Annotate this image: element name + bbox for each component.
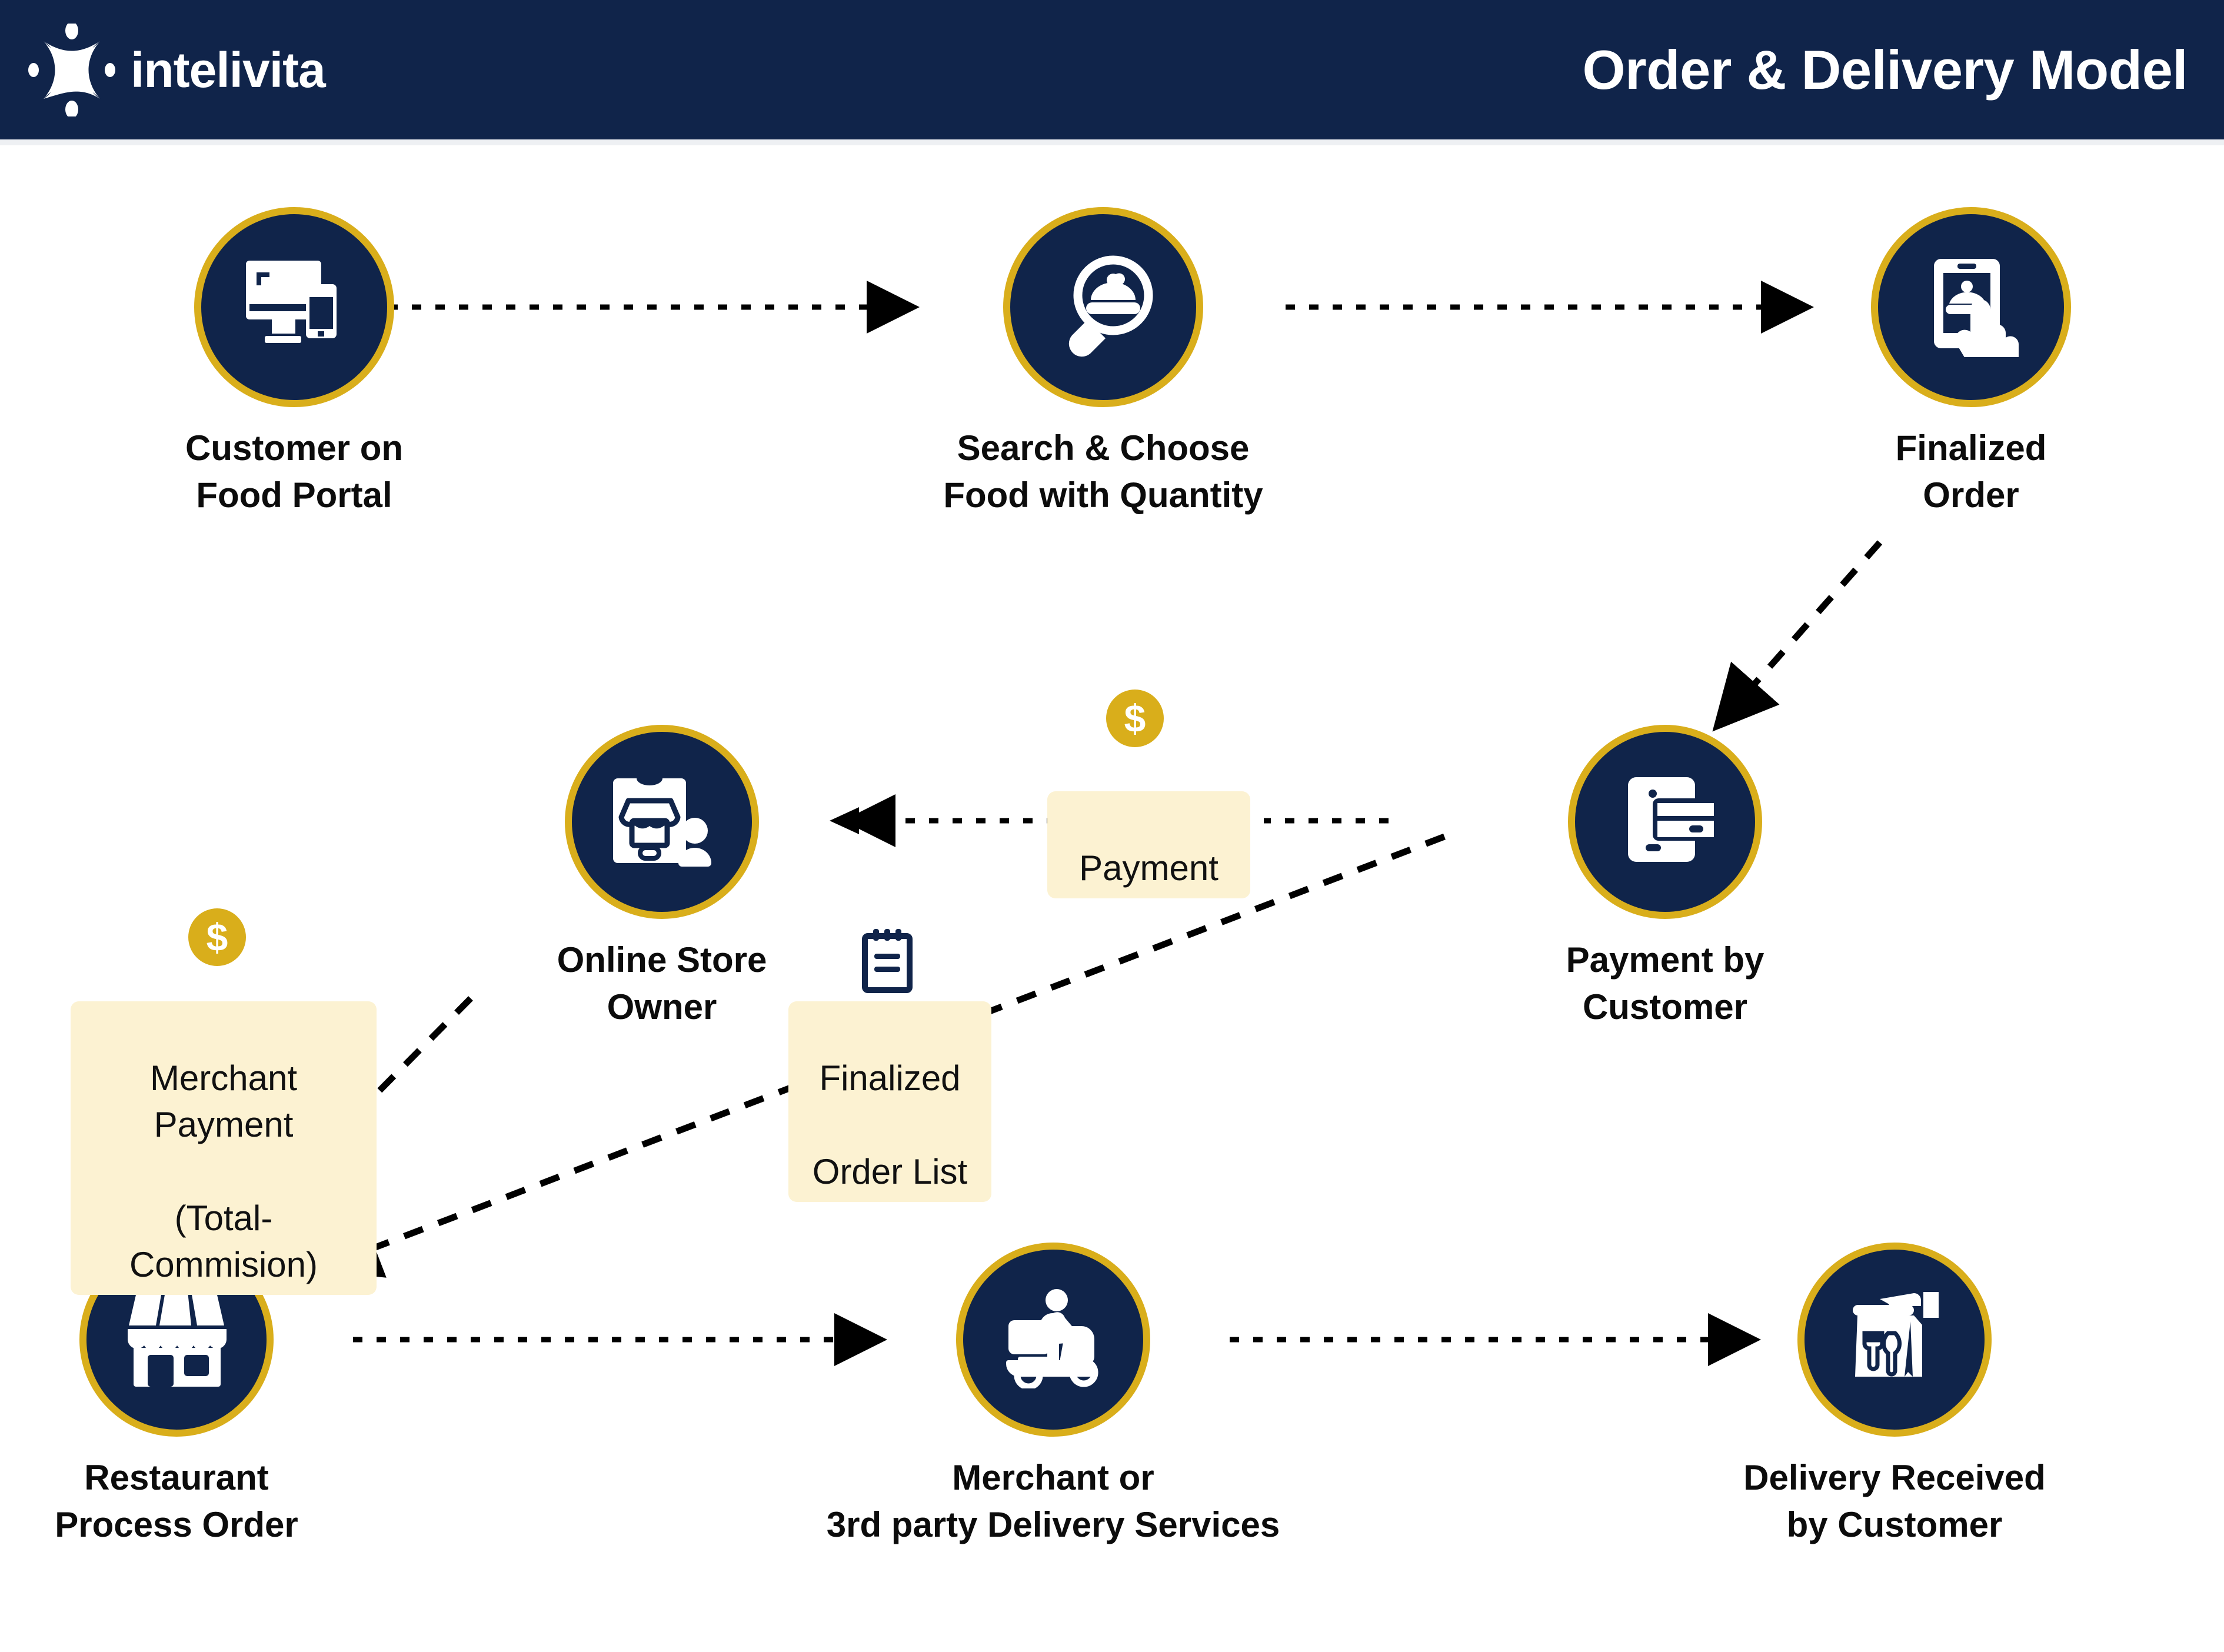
desktop-mobile-icon [241,257,347,357]
coin-symbol: $ [206,915,228,959]
storefront-icon [125,1285,228,1394]
dollar-coin-icon-merchant: $ [188,908,246,966]
node-label: Online Store Owner [557,940,767,1027]
brand: intelivita [28,21,326,118]
node-delivery-received[interactable]: Delivery Received by Customer [1700,1243,2089,1548]
node-payment-customer[interactable]: Payment by Customer [1506,725,1824,1031]
edge-finalized-to-payment [1712,540,1883,732]
node-label: Finalized Order [1895,428,2047,515]
node-icon-circle [1871,207,2071,407]
node-icon-circle [956,1243,1150,1437]
mobile-tap-food-icon [1921,254,2021,372]
node-label: Merchant or 3rd party Delivery Services [826,1458,1280,1544]
notepad-list-icon [860,928,914,997]
hand-food-bag-icon [1845,1288,1945,1391]
node-label: Search & Choose Food with Quantity [943,428,1263,515]
node-icon-circle [565,725,759,919]
node-icon-circle [1568,725,1762,919]
scooter-delivery-icon [1000,1288,1106,1391]
page-header: intelivita Order & Delivery Model [0,0,2224,139]
search-food-icon [1052,254,1155,360]
tag-payment-label: Payment [1079,848,1218,888]
edge-payment-arrowhead [830,807,859,834]
node-customer-portal[interactable]: Customer on Food Portal [141,207,447,519]
node-icon-circle [1797,1243,1992,1437]
node-icon-circle [1003,207,1203,407]
node-store-owner[interactable]: Online Store Owner [509,725,815,1031]
node-finalized-order[interactable]: Finalized Order [1812,207,2130,519]
node-search-choose[interactable]: Search & Choose Food with Quantity [850,207,1356,519]
mobile-card-payment-icon [1614,774,1717,871]
node-label: Delivery Received by Customer [1743,1458,2046,1544]
diagram-canvas: Customer on Food Portal Search & Choose Fo… [0,145,2224,1652]
coin-symbol: $ [1124,697,1146,740]
intelivita-x-logo-icon [28,21,115,118]
mobile-store-person-icon [611,774,714,871]
node-label: Customer on Food Portal [185,428,404,515]
node-label: Payment by Customer [1566,940,1764,1027]
node-label: Restaurant Process Order [55,1458,298,1544]
tag-payment: Payment [1047,791,1250,899]
tag-merchant-payment: Merchant Payment (Total-Commision) [71,1001,377,1295]
tag-finalized-order-list: Finalized Order List [788,1001,991,1202]
tag-order-list-line1: Finalized [819,1058,961,1098]
node-delivery-service[interactable]: Merchant or 3rd party Delivery Services [788,1243,1318,1548]
brand-name: intelivita [131,42,326,98]
tag-merchant-payment-line2: (Total-Commision) [129,1198,318,1284]
dollar-coin-icon-payment: $ [1106,690,1164,747]
header-divider [0,139,2224,145]
page-title: Order & Delivery Model [1582,38,2188,101]
tag-merchant-payment-line1: Merchant Payment [149,1058,298,1145]
node-icon-circle [194,207,394,407]
tag-order-list-line2: Order List [812,1151,968,1191]
